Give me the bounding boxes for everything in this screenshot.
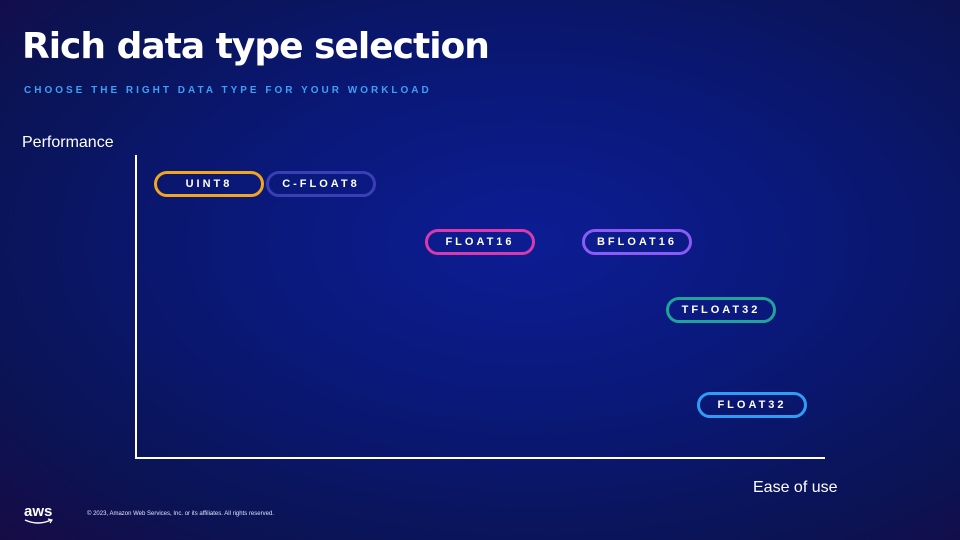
pill-uint8: UINT8 (154, 171, 264, 197)
aws-smile-icon (24, 518, 53, 524)
aws-logo: aws (24, 503, 53, 524)
slide-subtitle: CHOOSE THE RIGHT DATA TYPE FOR YOUR WORK… (24, 85, 432, 96)
pill-tfloat32: TFLOAT32 (666, 297, 776, 323)
y-axis-label: Performance (22, 134, 114, 151)
pill-c-float8: C-FLOAT8 (266, 171, 376, 197)
copyright: © 2023, Amazon Web Services, Inc. or its… (87, 511, 274, 517)
pill-float16: FLOAT16 (425, 229, 535, 255)
y-axis (135, 155, 137, 459)
pill-float32: FLOAT32 (697, 392, 807, 418)
x-axis-label: Ease of use (753, 479, 838, 496)
pill-bfloat16: BFLOAT16 (582, 229, 692, 255)
x-axis (135, 457, 825, 459)
slide-title: Rich data type selection (22, 26, 490, 67)
